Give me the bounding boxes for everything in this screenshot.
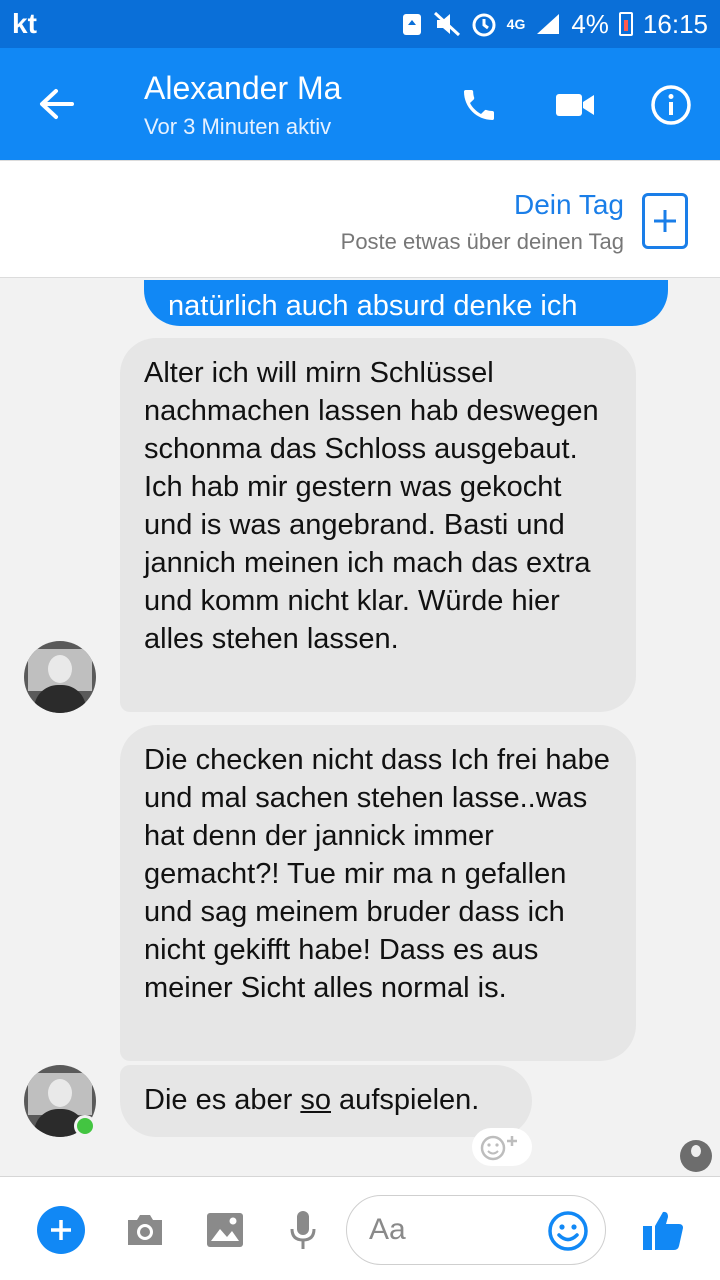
- more-actions-button[interactable]: [36, 1205, 86, 1255]
- message-input[interactable]: [369, 1210, 539, 1250]
- battery-icon: [618, 12, 633, 36]
- like-button[interactable]: [638, 1205, 688, 1255]
- emoji-button[interactable]: [545, 1208, 591, 1254]
- contact-status: Vor 3 Minuten aktiv: [144, 114, 332, 139]
- day-title[interactable]: Dein Tag: [514, 189, 624, 221]
- status-icons: 4G 4% 16:15: [401, 9, 708, 40]
- thumbs-up-icon: [643, 1211, 683, 1250]
- signal-icon: [537, 14, 560, 34]
- composer-bar: [0, 1176, 720, 1280]
- message-input-wrapper[interactable]: [346, 1195, 606, 1265]
- plus-icon: [654, 210, 676, 232]
- message-text: aufspielen.: [331, 1084, 480, 1116]
- message-text: Die es aber: [144, 1084, 301, 1116]
- network-label: 4G: [506, 16, 526, 32]
- online-indicator: [74, 1115, 96, 1137]
- gallery-button[interactable]: [200, 1205, 250, 1255]
- add-reaction-button[interactable]: [472, 1128, 532, 1166]
- image-icon: [207, 1213, 243, 1247]
- status-bar: kt 4G 4% 16:15: [0, 0, 720, 48]
- chat-header: Alexander Ma Vor 3 Minuten aktiv: [0, 48, 720, 160]
- back-button[interactable]: [26, 78, 86, 130]
- clock: 16:15: [642, 8, 708, 39]
- alarm-icon: [472, 13, 496, 37]
- mute-icon: [433, 11, 460, 37]
- add-story-button[interactable]: [642, 193, 688, 249]
- battery-percent: 4%: [571, 8, 609, 39]
- recycle-icon: [402, 14, 421, 35]
- phone-icon: [464, 90, 494, 120]
- incoming-message[interactable]: Die checken nicht dass Ich frei habe und…: [120, 725, 636, 1061]
- day-subtitle: Poste etwas über deinen Tag: [340, 229, 624, 254]
- outgoing-message[interactable]: natürlich auch absurd denke ich: [144, 280, 668, 326]
- camera-button[interactable]: [120, 1205, 170, 1255]
- emoji-plus-icon: [480, 1135, 517, 1161]
- incoming-message[interactable]: Die es aber so aufspielen.: [120, 1065, 532, 1137]
- plus-icon: [51, 1220, 71, 1240]
- smiley-icon: [548, 1211, 588, 1251]
- info-icon: [651, 85, 691, 125]
- underlined-word: so: [300, 1084, 331, 1116]
- message-list[interactable]: natürlich auch absurd denke ich Alter ic…: [0, 280, 720, 1176]
- call-button[interactable]: [452, 78, 506, 132]
- seen-indicator-avatar: [680, 1140, 712, 1172]
- incoming-message[interactable]: Alter ich will mirn Schlüssel nachmachen…: [120, 338, 636, 712]
- day-banner[interactable]: Dein Tag Poste etwas über deinen Tag: [0, 160, 720, 278]
- voice-message-button[interactable]: [278, 1205, 328, 1255]
- microphone-icon: [290, 1211, 316, 1249]
- back-arrow-icon: [40, 89, 74, 119]
- video-call-button[interactable]: [548, 78, 602, 132]
- carrier-label: kt: [12, 8, 37, 39]
- contact-avatar[interactable]: [24, 641, 96, 713]
- contact-name[interactable]: Alexander Ma: [144, 70, 341, 107]
- info-button[interactable]: [644, 78, 698, 132]
- video-camera-icon: [556, 94, 594, 116]
- camera-icon: [128, 1215, 162, 1245]
